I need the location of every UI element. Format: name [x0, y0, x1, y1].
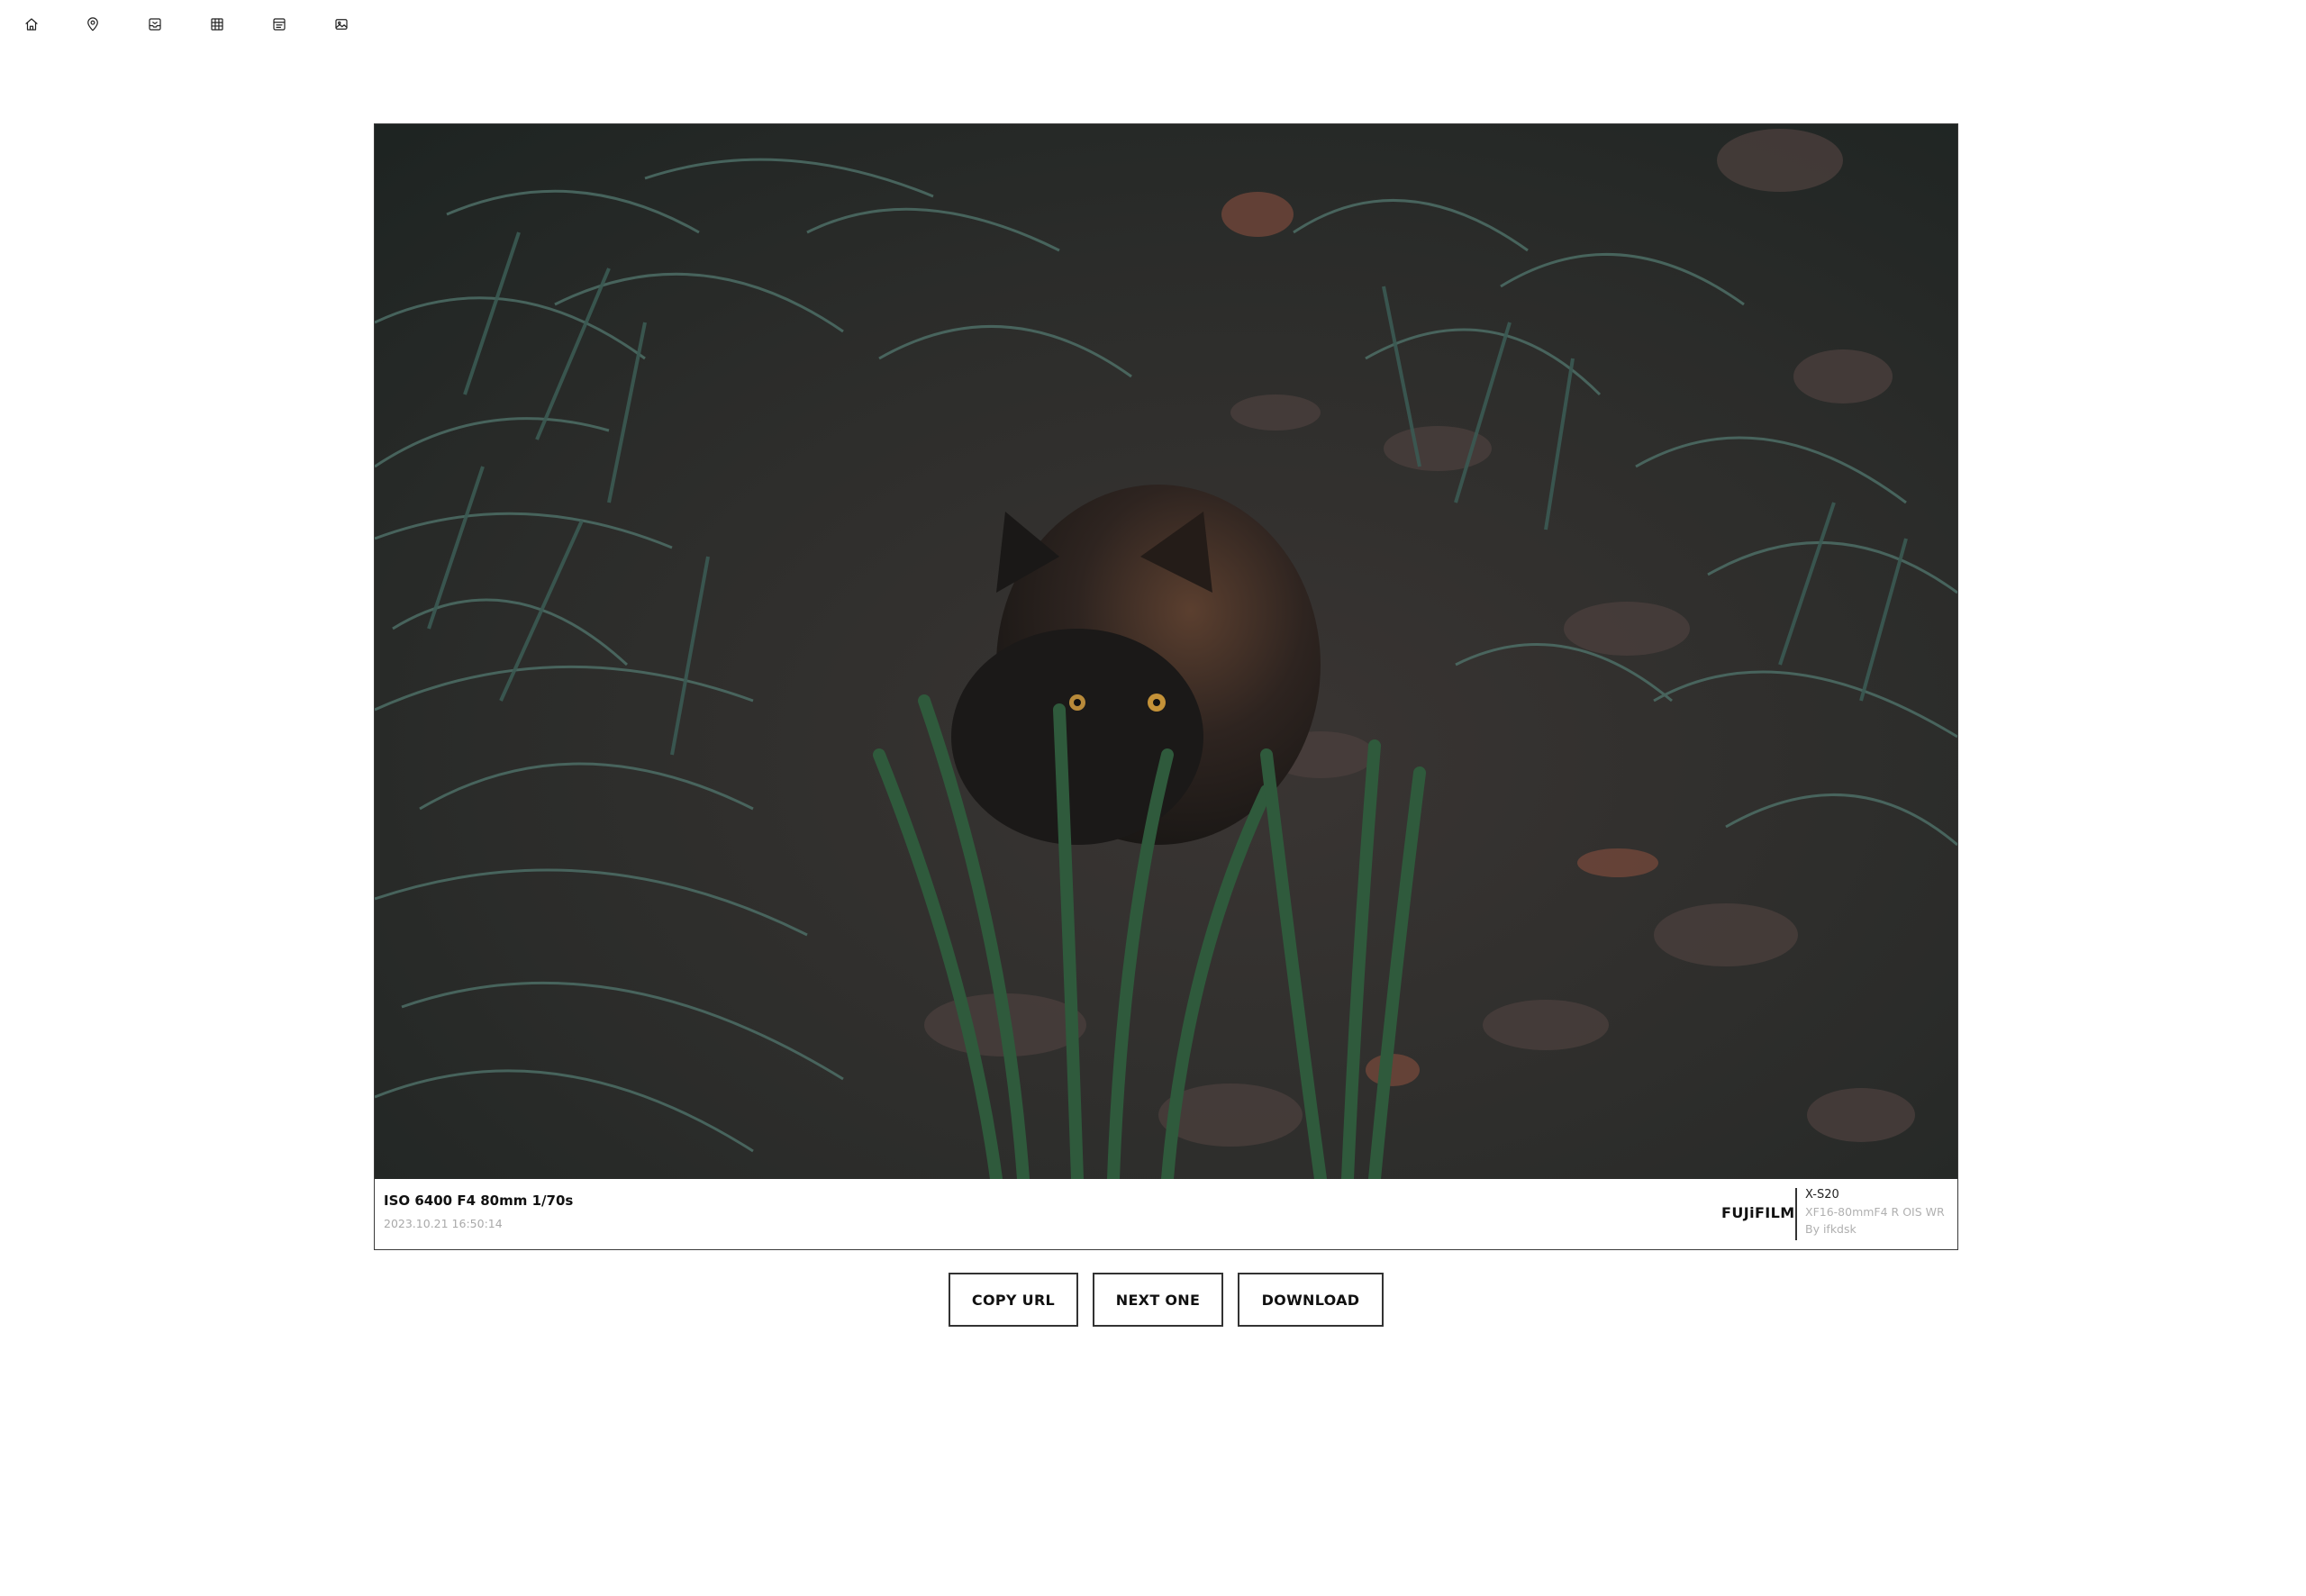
- copy-url-button[interactable]: COPY URL: [949, 1273, 1078, 1327]
- photo-card: ISO 6400 F4 80mm 1/70s 2023.10.21 16:50:…: [374, 123, 1958, 1250]
- next-one-button[interactable]: NEXT ONE: [1093, 1273, 1223, 1327]
- download-button[interactable]: DOWNLOAD: [1238, 1273, 1384, 1327]
- map-pin-icon: [87, 17, 98, 32]
- grid-button[interactable]: [205, 13, 229, 36]
- grid-icon: [211, 18, 223, 31]
- info-divider: [1795, 1188, 1797, 1240]
- photo-info-bar: ISO 6400 F4 80mm 1/70s 2023.10.21 16:50:…: [375, 1179, 1957, 1249]
- lens-name: XF16-80mmF4 R OIS WR: [1805, 1205, 1945, 1219]
- exif-summary: ISO 6400 F4 80mm 1/70s: [384, 1192, 574, 1209]
- inbox-icon: [149, 18, 161, 31]
- photo-author: By ifkdsk: [1805, 1222, 1857, 1236]
- location-button[interactable]: [81, 13, 104, 36]
- home-button[interactable]: [20, 13, 43, 36]
- camera-model: X-S20: [1805, 1188, 1839, 1202]
- cat-photo-image: [375, 124, 1957, 1179]
- image-button[interactable]: [330, 13, 353, 36]
- list-icon: [273, 18, 286, 31]
- inbox-button[interactable]: [143, 13, 167, 36]
- home-icon: [25, 18, 38, 31]
- image-icon: [335, 19, 348, 30]
- photo[interactable]: [375, 124, 1957, 1179]
- list-button[interactable]: [268, 13, 291, 36]
- capture-datetime: 2023.10.21 16:50:14: [384, 1217, 503, 1230]
- camera-brand-logo: FUJiFILM: [1721, 1204, 1795, 1221]
